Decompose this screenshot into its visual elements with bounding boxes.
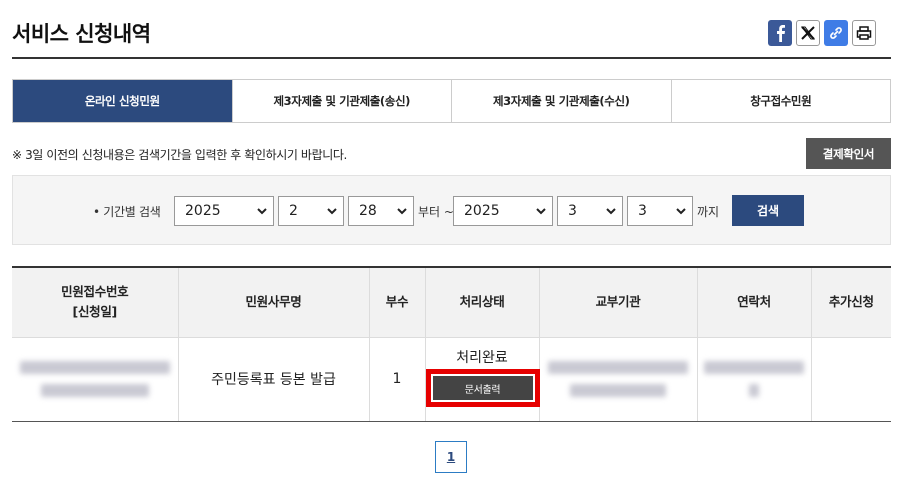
from-month-value: 2	[289, 203, 298, 219]
period-search-panel: • 기간별 검색 2025 2 28 부터 ~ 2025 3 3 까지 검색	[12, 175, 891, 245]
header-copies: 부수	[368, 266, 425, 337]
to-year-select[interactable]: 2025	[453, 196, 553, 226]
print-page-button[interactable]	[852, 20, 876, 46]
chevron-down-icon	[397, 208, 407, 215]
tab-third-party-sent[interactable]: 제3자제출 및 기관제출(송신)	[231, 80, 451, 122]
contact-cell	[696, 336, 811, 422]
to-suffix: 까지	[697, 205, 720, 219]
from-year-value: 2025	[185, 203, 221, 219]
search-button[interactable]: 검색	[732, 195, 804, 226]
redacted-agency-line2	[570, 384, 666, 397]
tab-online-application[interactable]: 온라인 신청민원	[13, 80, 232, 122]
page-title: 서비스 신청내역	[12, 22, 151, 46]
header-status: 처리상태	[424, 266, 539, 337]
status-cell: 처리완료 문서출력	[424, 336, 540, 422]
redacted-contact	[704, 361, 804, 374]
redacted-application-date	[40, 384, 149, 397]
title-divider	[12, 57, 891, 59]
page-1-link[interactable]: 1	[435, 441, 467, 473]
chevron-down-icon	[676, 208, 686, 215]
header-issuing-agency: 교부기관	[538, 266, 697, 337]
service-name-cell: 주민등록표 등본 발급	[177, 336, 369, 422]
to-day-select[interactable]: 3	[627, 196, 693, 226]
from-month-select[interactable]: 2	[278, 196, 344, 226]
from-day-value: 28	[359, 203, 377, 219]
issuing-agency-cell	[538, 336, 697, 422]
copy-link-button[interactable]	[824, 20, 848, 46]
tab-third-party-received[interactable]: 제3자제출 및 기관제출(수신)	[451, 80, 671, 122]
period-notice: ※ 3일 이전의 신청내용은 검색기간을 입력한 후 확인하시기 바랍니다.	[12, 148, 347, 162]
chevron-down-icon	[257, 208, 267, 215]
header-additional-request: 추가신청	[810, 266, 891, 337]
link-icon	[830, 27, 842, 39]
receipt-no-cell[interactable]	[12, 336, 178, 422]
to-month-select[interactable]: 3	[557, 196, 623, 226]
application-history-table: 민원접수번호 [신청일] 민원사무명 부수 처리상태 교부기관 연락처 추가신청…	[12, 266, 891, 422]
search-label: • 기간별 검색	[93, 205, 161, 219]
tab-counter-application[interactable]: 창구접수민원	[670, 80, 890, 122]
redacted-agency	[548, 361, 688, 374]
chevron-down-icon	[536, 208, 546, 215]
from-day-select[interactable]: 28	[348, 196, 414, 226]
x-share-button[interactable]	[796, 20, 820, 46]
print-button-highlight: 문서출력	[425, 369, 540, 407]
document-print-button[interactable]: 문서출력	[432, 376, 533, 400]
facebook-share-button[interactable]	[768, 20, 792, 46]
x-icon	[801, 26, 815, 40]
from-year-select[interactable]: 2025	[174, 196, 274, 226]
chevron-down-icon	[327, 208, 337, 215]
facebook-icon	[777, 25, 785, 42]
from-suffix: 부터 ~	[418, 205, 454, 219]
to-year-value: 2025	[464, 203, 500, 219]
share-toolbar	[768, 20, 876, 46]
table-header-row: 민원접수번호 [신청일] 민원사무명 부수 처리상태 교부기관 연락처 추가신청	[12, 266, 891, 337]
service-tabs: 온라인 신청민원 제3자제출 및 기관제출(송신) 제3자제출 및 기관제출(수…	[12, 79, 891, 123]
chevron-down-icon	[606, 208, 616, 215]
copies-cell: 1	[368, 336, 425, 422]
header-receipt-no: 민원접수번호 [신청일]	[12, 266, 178, 337]
table-row: 주민등록표 등본 발급 1 처리완료 문서출력	[12, 336, 891, 422]
status-text: 처리완료	[456, 350, 508, 366]
additional-request-cell	[810, 336, 891, 422]
to-day-value: 3	[638, 203, 647, 219]
header-service-name: 민원사무명	[177, 266, 369, 337]
printer-icon	[856, 26, 872, 40]
redacted-receipt-number	[19, 361, 170, 374]
redacted-contact-line2	[749, 384, 759, 397]
header-contact: 연락처	[696, 266, 811, 337]
payment-confirmation-button[interactable]: 결제확인서	[806, 138, 891, 169]
to-month-value: 3	[568, 203, 577, 219]
